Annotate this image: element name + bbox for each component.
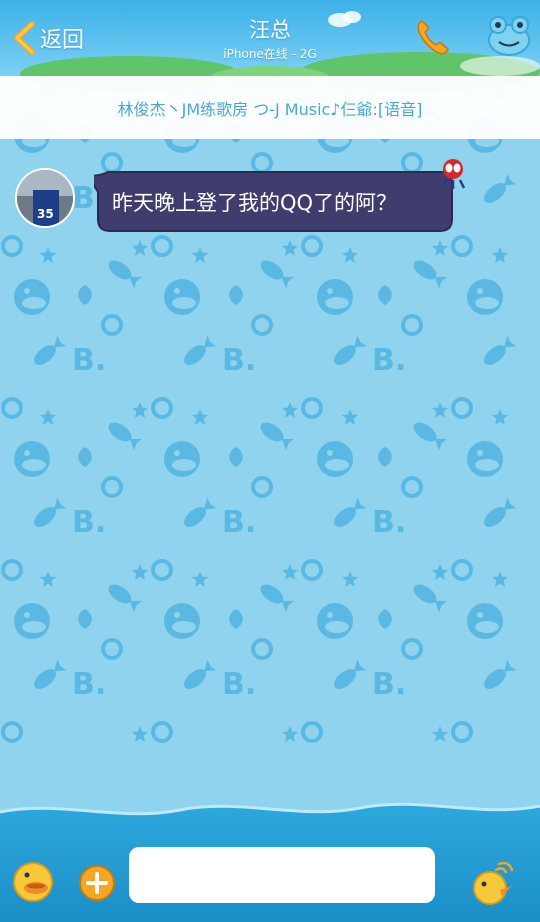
spider-mascot-icon [440,159,466,189]
notice-text: 林俊杰丶JM练歌房 つ-J Music♪仨爺:[语音] [117,99,423,119]
svg-text:B.: B. [222,343,256,378]
message-input[interactable] [129,847,435,903]
avatar[interactable]: 35 [15,168,75,228]
call-button[interactable] [414,18,450,60]
svg-text:35: 35 [37,207,54,221]
online-status: iPhone在线 - 2G [223,47,317,61]
group-notice-bar[interactable]: 林俊杰丶JM练歌房 つ-J Music♪仨爺:[语音] [0,76,540,139]
avatar-image: 35 [17,170,73,226]
chat-header: 返回 汪总 iPhone在线 - 2G [0,0,540,76]
svg-text:B.: B. [372,343,406,378]
page-title: 汪总 [249,18,291,42]
phone-icon [417,20,449,55]
message-bubble[interactable]: 昨天晚上登了我的QQ了的阿？ [94,170,454,233]
add-button[interactable] [78,864,116,906]
profile-button[interactable] [487,14,531,60]
duck-voice-icon [473,861,514,905]
duck-emoji-icon [13,862,53,902]
frog-mascot-icon [488,16,530,56]
voice-button[interactable] [470,861,514,910]
svg-text:B.: B. [72,343,106,378]
emoji-button[interactable] [12,861,54,907]
message-text: 昨天晚上登了我的QQ了的阿？ [112,190,398,215]
plus-icon [79,865,115,901]
